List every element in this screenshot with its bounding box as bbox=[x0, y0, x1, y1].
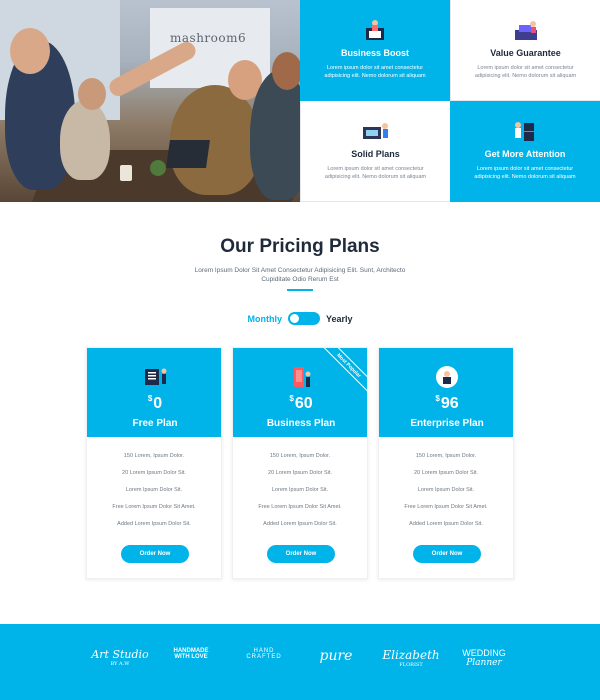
list-item: Added Lorem Ipsum Dolor Sit. bbox=[263, 521, 337, 527]
plan-feature-list: 150 Lorem, Ipsum Dolor. 20 Lorem Ipsum D… bbox=[379, 452, 513, 537]
team-high-five-photo: mashroom6 bbox=[0, 0, 300, 202]
list-item: 150 Lorem, Ipsum Dolor. bbox=[415, 453, 477, 459]
plan-card-enterprise: $96 Enterprise Plan 150 Lorem, Ipsum Dol… bbox=[378, 347, 514, 579]
person-at-laptop-icon bbox=[366, 20, 384, 40]
toggle-knob bbox=[289, 314, 299, 323]
plan-name: Enterprise Plan bbox=[410, 418, 484, 429]
hero-section: mashroom6 Business Boost Lorem ipsum dol… bbox=[0, 0, 600, 202]
person-at-board-icon bbox=[145, 368, 167, 385]
order-now-button[interactable]: Order Now bbox=[121, 545, 189, 563]
list-item: Lorem Ipsum Dolor Sit. bbox=[417, 487, 475, 493]
feature-title: Value Guarantee bbox=[490, 48, 561, 58]
list-item: Free Lorem Ipsum Dolor Sit Amet. bbox=[404, 504, 488, 510]
handmade-with-love-logo: HANDMADE WITH LOVE bbox=[173, 648, 209, 660]
plan-card-header: Most Popular $60 Business Plan bbox=[233, 348, 367, 437]
plan-price: $0 bbox=[147, 394, 163, 412]
pricing-cards: $0 Free Plan 150 Lorem, Ipsum Dolor. 20 … bbox=[86, 347, 515, 579]
plan-price: $60 bbox=[289, 394, 313, 412]
person-with-boxes-icon bbox=[515, 122, 534, 141]
plan-feature-list: 150 Lorem, Ipsum Dolor. 20 Lorem Ipsum D… bbox=[233, 452, 367, 537]
person-in-circle-icon bbox=[436, 366, 458, 388]
yearly-label[interactable]: Yearly bbox=[326, 314, 353, 324]
list-item: Free Lorem Ipsum Dolor Sit Amet. bbox=[258, 504, 342, 510]
list-item: Added Lorem Ipsum Dolor Sit. bbox=[117, 521, 191, 527]
plan-card-header: $0 Free Plan bbox=[87, 348, 221, 437]
elizabeth-florist-logo: Elizabeth FLORIST bbox=[382, 648, 440, 668]
hand-crafted-logo: HAND CRAFTED bbox=[246, 648, 282, 660]
feature-description: Lorem ipsum dolor sit amet consectetur a… bbox=[474, 166, 576, 180]
feature-grid: Business Boost Lorem ipsum dolor sit ame… bbox=[300, 0, 600, 202]
plan-feature-list: 150 Lorem, Ipsum Dolor. 20 Lorem Ipsum D… bbox=[87, 452, 221, 537]
person-at-desk-icon bbox=[514, 21, 537, 40]
list-item: 20 Lorem Ipsum Dolor Sit. bbox=[268, 470, 332, 476]
list-item: Free Lorem Ipsum Dolor Sit Amet. bbox=[112, 504, 196, 510]
plan-card-free: $0 Free Plan 150 Lorem, Ipsum Dolor. 20 … bbox=[86, 347, 222, 579]
art-studio-logo: Art Studio BY A.W bbox=[91, 648, 149, 667]
order-now-button[interactable]: Order Now bbox=[267, 545, 335, 563]
feature-title: Get More Attention bbox=[484, 149, 566, 159]
plan-card-business: Most Popular $60 Business Plan 150 Lorem… bbox=[232, 347, 368, 579]
plan-name: Free Plan bbox=[132, 418, 178, 429]
feature-description: Lorem ipsum dolor sit amet consectetur a… bbox=[324, 65, 426, 79]
client-logos-strip: Art Studio BY A.W HANDMADE WITH LOVE HAN… bbox=[0, 624, 600, 700]
plan-card-header: $96 Enterprise Plan bbox=[379, 348, 513, 437]
list-item: 20 Lorem Ipsum Dolor Sit. bbox=[122, 470, 186, 476]
plan-name: Business Plan bbox=[266, 418, 336, 429]
list-item: 20 Lorem Ipsum Dolor Sit. bbox=[414, 470, 478, 476]
billing-period-toggle[interactable] bbox=[287, 312, 320, 325]
pricing-subtitle: Lorem Ipsum Dolor Sit Amet Consectetur A… bbox=[194, 267, 406, 283]
order-now-button[interactable]: Order Now bbox=[413, 545, 481, 563]
feature-title: Business Boost bbox=[340, 48, 409, 58]
list-item: Lorem Ipsum Dolor Sit. bbox=[125, 487, 183, 493]
plan-price: $96 bbox=[435, 394, 459, 412]
monthly-label[interactable]: Monthly bbox=[247, 314, 282, 324]
feature-solid-plans: Solid Plans Lorem ipsum dolor sit amet c… bbox=[300, 101, 450, 202]
feature-get-more-attention: Get More Attention Lorem ipsum dolor sit… bbox=[450, 101, 600, 202]
feature-description: Lorem ipsum dolor sit amet consectetur a… bbox=[324, 166, 427, 180]
title-underline bbox=[287, 289, 313, 291]
feature-value-guarantee: Value Guarantee Lorem ipsum dolor sit am… bbox=[450, 0, 600, 101]
billing-toggle-row: Monthly Yearly bbox=[0, 312, 600, 325]
feature-title: Solid Plans bbox=[351, 149, 400, 159]
list-item: Lorem Ipsum Dolor Sit. bbox=[271, 487, 329, 493]
wedding-planner-logo: WEDDING Planner bbox=[462, 648, 506, 668]
list-item: Added Lorem Ipsum Dolor Sit. bbox=[409, 521, 483, 527]
pricing-title: Our Pricing Plans bbox=[220, 236, 380, 257]
list-item: 150 Lorem, Ipsum Dolor. bbox=[269, 453, 331, 459]
most-popular-badge: Most Popular bbox=[316, 348, 367, 398]
list-item: 150 Lorem, Ipsum Dolor. bbox=[123, 453, 185, 459]
person-presenting-board-icon bbox=[362, 123, 388, 139]
pure-logo: pure bbox=[319, 648, 353, 664]
feature-description: Lorem ipsum dolor sit amet consectetur a… bbox=[474, 65, 577, 79]
feature-business-boost: Business Boost Lorem ipsum dolor sit ame… bbox=[300, 0, 450, 101]
person-with-phone-icon bbox=[294, 367, 311, 387]
